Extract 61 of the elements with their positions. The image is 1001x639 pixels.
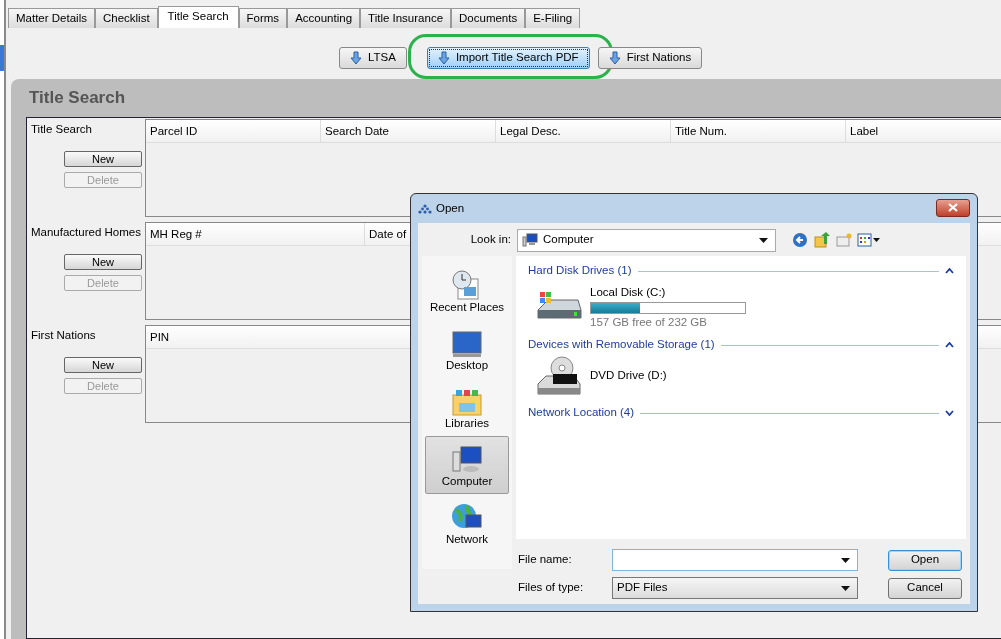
tab[interactable]: E-Filing (525, 8, 581, 28)
toolbar-button[interactable]: Import Title Search PDF (426, 47, 590, 69)
view-menu-icon[interactable] (857, 233, 882, 247)
back-icon[interactable] (792, 232, 808, 248)
down-arrow-icon (350, 51, 362, 65)
place-item[interactable]: Libraries (425, 378, 509, 436)
place-item[interactable]: Network (425, 494, 509, 552)
look-in-dropdown[interactable]: Computer (517, 228, 776, 252)
section-label: Manufactured Homes (31, 226, 142, 240)
tab[interactable]: Checklist (94, 8, 158, 28)
toolbar-button[interactable]: LTSA (339, 47, 407, 69)
field-label: File name: (517, 553, 573, 567)
column-header[interactable]: Legal Desc. (496, 120, 671, 142)
group-header[interactable]: Hard Disk Drives (1) (528, 264, 632, 278)
dialog-title: Open (436, 201, 465, 216)
down-arrow-icon (437, 51, 450, 65)
section-label: Title Search (31, 123, 93, 137)
tab[interactable]: Documents (451, 8, 526, 28)
computer-icon (522, 233, 538, 247)
close-button[interactable] (936, 198, 970, 217)
column-header[interactable]: Parcel ID (146, 120, 321, 142)
column-header[interactable]: Search Date (321, 120, 496, 142)
tab[interactable]: Accounting (287, 8, 361, 28)
section-label: First Nations (31, 329, 97, 343)
open-button[interactable]: Open (888, 549, 962, 571)
place-item[interactable]: Desktop (425, 320, 509, 378)
drive-name[interactable]: Local Disk (C:) (590, 286, 746, 300)
tab[interactable]: Matter Details (8, 8, 95, 28)
dvd-drive-icon (536, 356, 582, 396)
drive-detail: 157 GB free of 232 GB (590, 316, 708, 330)
tab[interactable]: Title Search (157, 6, 239, 28)
new-button[interactable]: New (64, 150, 142, 167)
cancel-button[interactable]: Cancel (888, 577, 962, 599)
column-header[interactable]: Title Num. (671, 120, 846, 142)
toolbar-button[interactable]: First Nations (597, 47, 703, 69)
place-item[interactable]: Recent Places (425, 262, 509, 320)
caret-icon (758, 236, 769, 244)
file-name-field[interactable] (612, 549, 858, 571)
panel-title: Title Search (29, 87, 126, 109)
field-label: Files of type: (517, 581, 585, 595)
up-folder-icon[interactable] (813, 232, 830, 248)
collapse-icon[interactable] (945, 268, 954, 274)
caret-icon (840, 556, 851, 564)
group-header[interactable]: Network Location (4) (528, 406, 635, 420)
tab[interactable]: Title Insurance (360, 8, 452, 28)
drive-name[interactable]: DVD Drive (D:) (590, 369, 667, 383)
tab[interactable]: Forms (238, 8, 288, 28)
new-button[interactable]: New (64, 356, 142, 373)
place-item[interactable]: Computer (425, 436, 509, 494)
close-icon (948, 203, 958, 212)
collapse-icon[interactable] (945, 342, 954, 348)
app-icon (418, 203, 432, 214)
column-header[interactable]: MH Reg # (146, 223, 365, 245)
caret-icon (840, 584, 851, 592)
file-type-dropdown[interactable]: PDF Files (612, 577, 858, 599)
field-label: Look in: (469, 233, 512, 247)
expand-icon[interactable] (945, 410, 954, 416)
down-arrow-icon (608, 51, 621, 65)
column-header[interactable]: Label (846, 120, 1001, 142)
new-button[interactable]: New (64, 253, 142, 270)
group-header[interactable]: Devices with Removable Storage (1) (528, 338, 715, 352)
